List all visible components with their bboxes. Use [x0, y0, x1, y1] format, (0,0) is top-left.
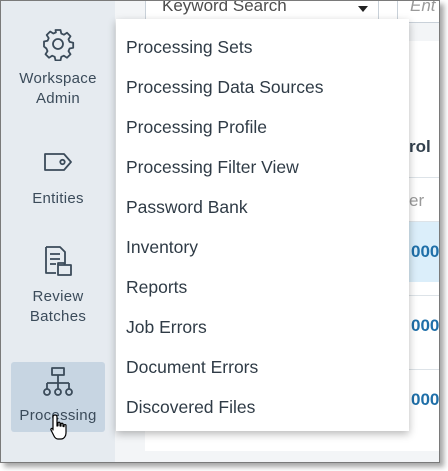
menu-item-document-errors[interactable]: Document Errors — [126, 357, 258, 378]
column-filter-input[interactable]: er — [409, 191, 424, 211]
sidebar-item-label: Admin — [35, 90, 81, 107]
gear-icon — [43, 29, 75, 61]
table-cell-link[interactable]: 000 — [411, 316, 439, 336]
hierarchy-icon — [43, 367, 73, 396]
menu-item-password-bank[interactable]: Password Bank — [126, 197, 248, 218]
column-header[interactable]: rol — [409, 137, 431, 157]
processing-menu: Processing Sets Processing Data Sources … — [116, 19, 409, 431]
divider — [409, 177, 439, 178]
caret-down-icon — [358, 6, 368, 12]
batch-documents-icon — [45, 246, 72, 276]
sidebar-item-review-batches[interactable]: Review Batches — [11, 245, 105, 331]
table-cell-link[interactable]: 000 — [411, 242, 439, 262]
sidebar-item-label: Batches — [29, 308, 87, 325]
menu-item-job-errors[interactable]: Job Errors — [126, 317, 207, 338]
sidebar-item-label: Entities — [32, 190, 84, 207]
table-row[interactable]: 000 — [409, 222, 439, 282]
hand-cursor-icon — [50, 414, 67, 440]
table-row[interactable]: 000 — [409, 296, 439, 356]
sidebar: Workspace Admin Entities Review Batches … — [1, 1, 115, 462]
app-window: Keyword Search Ent rol er 000 000 000 Wo… — [0, 0, 440, 463]
menu-item-processing-sets[interactable]: Processing Sets — [126, 37, 252, 58]
tag-icon — [44, 153, 72, 171]
sidebar-item-workspace-admin[interactable]: Workspace Admin — [11, 27, 105, 111]
menu-item-processing-profile[interactable]: Processing Profile — [126, 117, 267, 138]
search-placeholder: Ent — [410, 0, 436, 15]
sidebar-item-entities[interactable]: Entities — [11, 149, 105, 211]
menu-item-inventory[interactable]: Inventory — [126, 237, 198, 258]
menu-item-processing-filter-view[interactable]: Processing Filter View — [126, 157, 299, 178]
sidebar-item-label: Review — [32, 288, 84, 305]
menu-item-reports[interactable]: Reports — [126, 277, 187, 298]
table-row[interactable]: 000 — [409, 370, 439, 430]
menu-item-discovered-files[interactable]: Discovered Files — [126, 397, 255, 418]
menu-item-processing-data-sources[interactable]: Processing Data Sources — [126, 77, 323, 98]
search-type-label: Keyword Search — [162, 0, 287, 15]
table-cell-link[interactable]: 000 — [411, 390, 439, 410]
sidebar-item-label: Workspace — [19, 70, 97, 87]
